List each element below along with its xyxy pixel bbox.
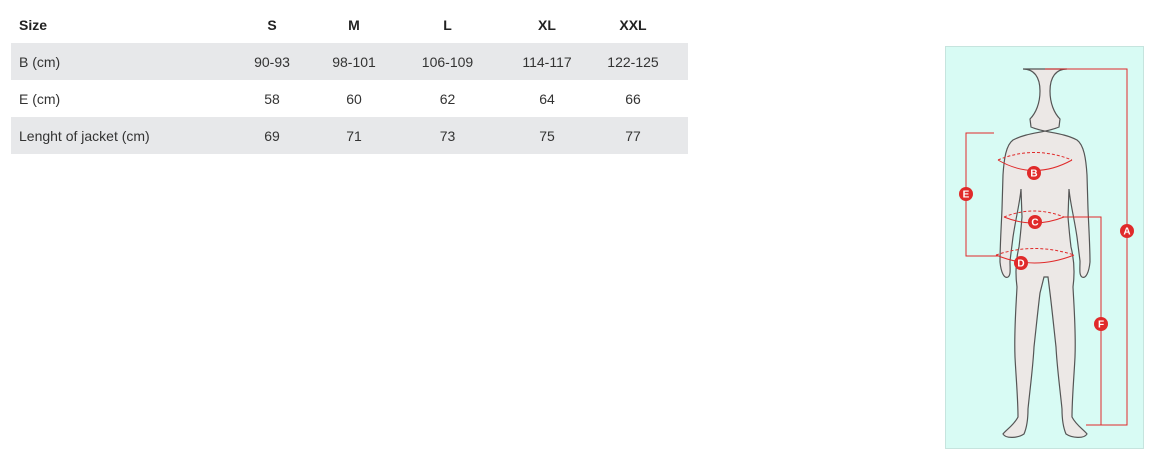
cell-l: 73 xyxy=(439,127,456,144)
header-size: Size xyxy=(19,16,48,33)
cell-l: 62 xyxy=(439,90,456,107)
size-header-row: Size S M L XL XXL xyxy=(11,6,688,43)
row-label: Lenght of jacket (cm) xyxy=(19,127,150,144)
cell-xl: 114-117 xyxy=(522,53,572,70)
header-m: M xyxy=(348,16,360,33)
marker-d: D xyxy=(1014,256,1028,270)
cell-s: 58 xyxy=(264,90,280,107)
svg-text:A: A xyxy=(1123,227,1130,238)
header-l: L xyxy=(443,16,452,33)
cell-m: 60 xyxy=(346,90,362,107)
marker-a: A xyxy=(1120,224,1134,238)
svg-text:D: D xyxy=(1017,259,1024,270)
cell-l: 106-109 xyxy=(421,53,474,70)
cell-xxl: 66 xyxy=(625,90,641,107)
cell-xl: 75 xyxy=(539,127,555,144)
row-label: B (cm) xyxy=(19,53,61,70)
marker-c: C xyxy=(1028,215,1042,229)
svg-text:E: E xyxy=(963,190,970,201)
table-row-jacket-length: Lenght of jacket (cm) 69 71 73 75 77 xyxy=(11,117,688,154)
cell-s: 69 xyxy=(264,127,280,144)
svg-text:C: C xyxy=(1031,218,1038,229)
body-diagram: A B C D E F xyxy=(959,68,1134,438)
cell-m: 71 xyxy=(346,127,362,144)
cell-xl: 64 xyxy=(539,90,555,107)
svg-text:F: F xyxy=(1098,320,1104,331)
table-row-e: E (cm) 58 60 62 64 66 xyxy=(11,80,688,117)
marker-e: E xyxy=(959,187,973,201)
header-s: S xyxy=(267,16,277,33)
marker-b: B xyxy=(1027,166,1041,180)
cell-xxl: 122-125 xyxy=(607,53,659,70)
body-silhouette xyxy=(999,68,1091,438)
row-label: E (cm) xyxy=(19,90,61,107)
size-chart-table: Size S M L XL XXL B (cm) 90-93 98-101 10… xyxy=(11,6,688,154)
cell-s: 90-93 xyxy=(254,53,290,70)
header-xl: XL xyxy=(538,16,556,33)
svg-text:B: B xyxy=(1030,169,1037,180)
header-xxl: XXL xyxy=(619,16,647,33)
cell-m: 98-101 xyxy=(332,53,376,70)
marker-f: F xyxy=(1094,317,1108,331)
cell-xxl: 77 xyxy=(625,127,641,144)
table-row-b: B (cm) 90-93 98-101 106-109 114-117 122-… xyxy=(11,43,688,80)
measurement-guide-figure: A B C D E F xyxy=(945,46,1144,449)
